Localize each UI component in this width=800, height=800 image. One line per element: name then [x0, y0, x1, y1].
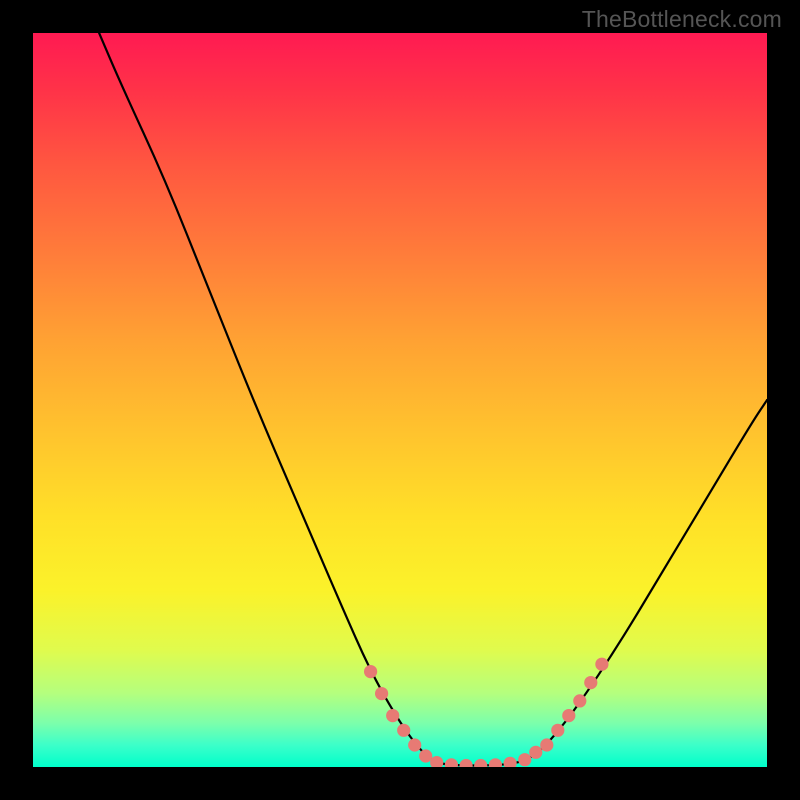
valley-dot: [529, 746, 542, 759]
valley-dot: [386, 709, 399, 722]
valley-dot: [573, 694, 586, 707]
valley-dot: [551, 724, 564, 737]
valley-dot: [518, 753, 531, 766]
plot-area: [33, 33, 767, 767]
valley-dot: [504, 757, 517, 767]
bottleneck-curve-svg: [33, 33, 767, 767]
valley-dot: [408, 738, 421, 751]
watermark-text: TheBottleneck.com: [582, 6, 782, 33]
valley-dot: [397, 724, 410, 737]
valley-dot: [375, 687, 388, 700]
valley-dot: [474, 759, 487, 767]
outer-frame: TheBottleneck.com: [0, 0, 800, 800]
valley-dot: [460, 759, 473, 767]
valley-dot: [584, 676, 597, 689]
bottleneck-curve: [99, 33, 767, 766]
valley-dot: [364, 665, 377, 678]
valley-dots-group: [364, 658, 609, 767]
valley-dot: [595, 658, 608, 671]
valley-dot: [445, 758, 458, 767]
valley-dot: [540, 738, 553, 751]
valley-dot: [489, 758, 502, 767]
valley-dot: [419, 749, 432, 762]
valley-dot: [562, 709, 575, 722]
